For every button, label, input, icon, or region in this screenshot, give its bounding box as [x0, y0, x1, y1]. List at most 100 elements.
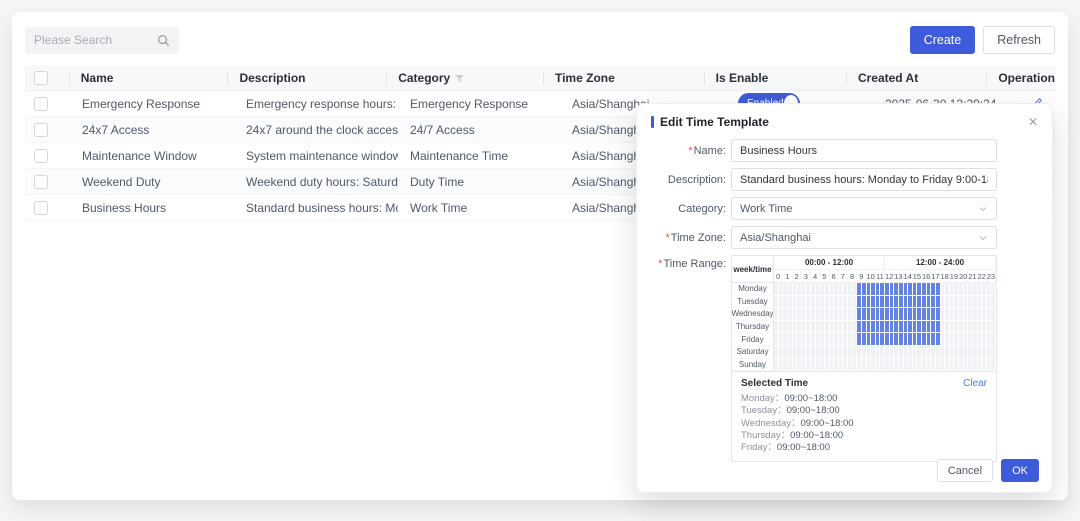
cell-description: Emergency response hours: weekday... — [234, 91, 398, 116]
header-cell-is-enable: Is Enable — [704, 66, 846, 90]
schedule-group-header: 12:00 - 24:00 — [885, 256, 996, 270]
schedule-group-header: 00:00 - 12:00 — [774, 256, 885, 270]
time-zone-select-value: Asia/Shanghai — [740, 232, 811, 244]
selected-time-entry: Thursday：09:00~18:00 — [741, 430, 987, 442]
dialog-title: Edit Time Template — [660, 115, 769, 129]
cell-name: Maintenance Window — [70, 143, 234, 168]
filter-icon[interactable] — [454, 73, 465, 84]
clear-link[interactable]: Clear — [963, 378, 987, 389]
schedule-hour-label: 23 — [987, 270, 996, 283]
name-field[interactable] — [731, 139, 997, 162]
column-label-operation: Operation — [998, 71, 1055, 85]
selected-time-header: Selected Time Clear — [741, 378, 987, 389]
dialog-body: *Name: Description: Category: Work Time … — [637, 129, 1052, 453]
selected-time-entry: Wednesday：09:00~18:00 — [741, 418, 987, 430]
ok-button[interactable]: OK — [1001, 459, 1039, 482]
title-accent-bar — [651, 116, 654, 128]
schedule-hour-label: 15 — [913, 270, 922, 283]
cell-description: System maintenance window: Sunda... — [234, 143, 398, 168]
selected-time-title: Selected Time — [741, 378, 808, 389]
schedule-cell[interactable] — [991, 296, 996, 309]
column-label-name: Name — [81, 71, 114, 85]
schedule-hour-label: 19 — [950, 270, 959, 283]
select-all-checkbox[interactable] — [34, 71, 48, 85]
header-cell-checkbox — [25, 66, 69, 90]
time-range-label: *Time Range: — [651, 255, 731, 270]
description-field[interactable] — [731, 168, 997, 191]
selected-time-day: Thursday： — [741, 430, 790, 441]
schedule-hour-label: 14 — [904, 270, 913, 283]
cell-description: Standard business hours: Monday to ... — [234, 195, 398, 220]
schedule-hour-label: 1 — [783, 270, 792, 283]
edit-time-template-dialog: Edit Time Template ✕ *Name: Description:… — [636, 103, 1053, 493]
cell-name: Emergency Response — [70, 91, 234, 116]
create-button[interactable]: Create — [910, 26, 976, 54]
close-icon[interactable]: ✕ — [1028, 116, 1038, 128]
schedule-day-label: Sunday — [732, 359, 774, 372]
row-checkbox[interactable] — [34, 123, 48, 137]
name-label: *Name: — [651, 145, 731, 157]
required-marker: * — [658, 258, 662, 270]
row-checkbox[interactable] — [34, 97, 48, 111]
header-cell-category: Category — [386, 66, 543, 90]
schedule-day-label: Thursday — [732, 321, 774, 334]
schedule-hour-label: 0 — [774, 270, 783, 283]
schedule-cell[interactable] — [991, 308, 996, 321]
search-icon — [157, 34, 170, 47]
cell-name: 24x7 Access — [70, 117, 234, 142]
selected-time-range: 09:00~18:00 — [787, 405, 840, 416]
schedule-cell[interactable] — [991, 283, 996, 296]
selected-time-range: 09:00~18:00 — [790, 430, 843, 441]
schedule-hour-label: 7 — [839, 270, 848, 283]
column-label-description: Description — [239, 71, 305, 85]
search-input[interactable] — [34, 33, 157, 47]
selected-time-range: 09:00~18:00 — [801, 418, 854, 429]
schedule-day-label: Saturday — [732, 346, 774, 359]
delete-icon[interactable] — [1053, 97, 1055, 110]
schedule-hour-label: 10 — [867, 270, 876, 283]
description-label: Description: — [651, 174, 731, 186]
column-label-is-enable: Is Enable — [716, 71, 769, 85]
column-label-time-zone: Time Zone — [555, 71, 615, 85]
table-header: Name Description Category Time Zone Is E… — [25, 66, 1055, 91]
form-row-time-zone: *Time Zone: Asia/Shanghai — [651, 226, 997, 249]
schedule-day-label: Friday — [732, 333, 774, 346]
category-select[interactable]: Work Time — [731, 197, 997, 220]
selected-time-list: Monday：09:00~18:00Tuesday：09:00~18:00Wed… — [741, 393, 987, 454]
schedule-hour-label: 6 — [830, 270, 839, 283]
cell-category: 24/7 Access — [398, 117, 560, 142]
schedule-hour-label: 13 — [894, 270, 903, 283]
cell-name: Weekend Duty — [70, 169, 234, 194]
selected-time-range: 09:00~18:00 — [777, 442, 830, 453]
cell-description: Weekend duty hours: Saturday and S... — [234, 169, 398, 194]
cancel-button[interactable]: Cancel — [937, 459, 993, 482]
schedule-cell[interactable] — [991, 359, 996, 372]
row-checkbox[interactable] — [34, 175, 48, 189]
selected-time-range: 09:00~18:00 — [784, 393, 837, 404]
chevron-down-icon — [978, 204, 988, 214]
schedule-hour-label: 11 — [876, 270, 885, 283]
search-box[interactable] — [25, 27, 179, 54]
schedule-day-label: Monday — [732, 283, 774, 296]
schedule-cell[interactable] — [991, 333, 996, 346]
header-cell-created-at: Created At — [846, 66, 986, 90]
time-range-picker: week/time00:00 - 12:0012:00 - 24:0001234… — [731, 255, 997, 462]
refresh-button[interactable]: Refresh — [983, 26, 1055, 54]
selected-time-entry: Monday：09:00~18:00 — [741, 393, 987, 405]
time-zone-select[interactable]: Asia/Shanghai — [731, 226, 997, 249]
schedule-hour-label: 5 — [820, 270, 829, 283]
selected-time-day: Friday： — [741, 442, 777, 453]
schedule-hour-label: 20 — [959, 270, 968, 283]
schedule-cell[interactable] — [991, 321, 996, 334]
header-cell-time-zone: Time Zone — [543, 66, 704, 90]
selected-time-day: Monday： — [741, 393, 784, 404]
cell-category: Duty Time — [398, 169, 560, 194]
form-row-category: Category: Work Time — [651, 197, 997, 220]
column-label-category: Category — [398, 71, 450, 85]
header-cell-description: Description — [227, 66, 386, 90]
row-checkbox[interactable] — [34, 201, 48, 215]
schedule-hour-label: 9 — [857, 270, 866, 283]
schedule-cell[interactable] — [991, 346, 996, 359]
row-checkbox[interactable] — [34, 149, 48, 163]
dialog-footer: Cancel OK — [637, 453, 1052, 492]
